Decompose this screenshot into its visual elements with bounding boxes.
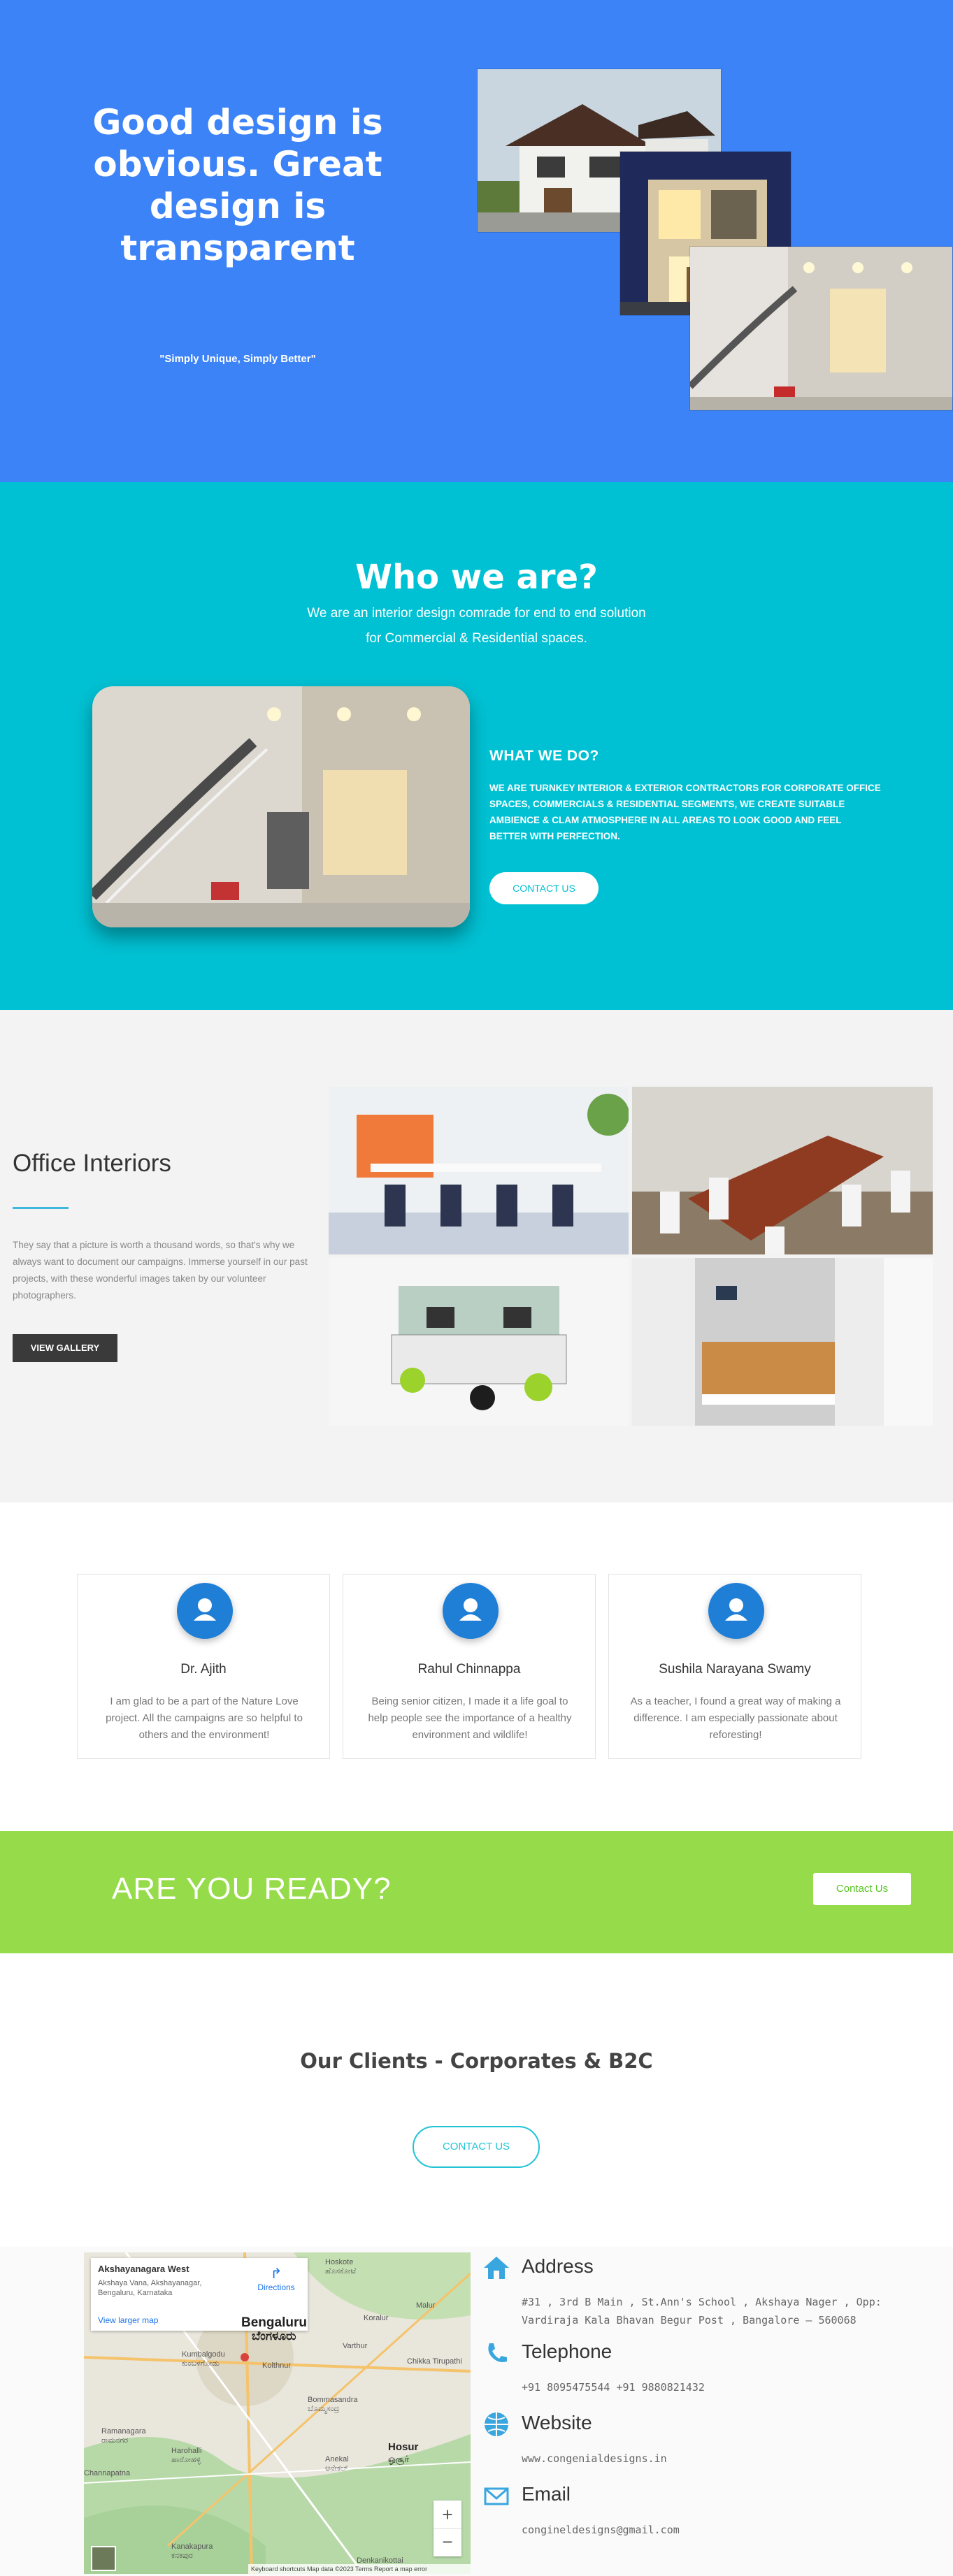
zoom-in-button[interactable]: + bbox=[433, 2501, 461, 2528]
map-label: Kanakapura bbox=[171, 2542, 213, 2551]
what-we-do-text: WE ARE TURNKEY INTERIOR & EXTERIOR CONTR… bbox=[489, 783, 881, 841]
who-title: Who we are? bbox=[355, 558, 598, 597]
interior-photo bbox=[92, 686, 470, 927]
testimonial-text: I am glad to be a part of the Nature Lov… bbox=[106, 1695, 303, 1741]
globe-icon bbox=[485, 2412, 508, 2436]
zoom-out-button[interactable]: − bbox=[433, 2528, 461, 2556]
testimonial-card: Rahul Chinnappa Being senior citizen, I … bbox=[343, 1574, 596, 1759]
directions-button[interactable]: ↱ Directions bbox=[252, 2265, 301, 2292]
map-label: ஓசூர் bbox=[388, 2454, 410, 2464]
map-label: ಹಾರೋಹಳ್ಳಿ bbox=[171, 2456, 201, 2464]
map-label: ಆನೇಕಲ್ bbox=[325, 2464, 348, 2473]
map-label: ರಾಮನಗರ bbox=[101, 2436, 129, 2445]
map-label: Hosur bbox=[388, 2441, 419, 2453]
home-icon bbox=[484, 2257, 509, 2279]
map-label: Harohalli bbox=[171, 2447, 202, 2455]
map-label: Ramanagara bbox=[101, 2427, 146, 2436]
office-photo-1[interactable] bbox=[329, 1087, 629, 1254]
google-map[interactable]: Akshayanagara West Akshaya Vana, Akshaya… bbox=[84, 2252, 471, 2574]
testimonials-section: Dr. Ajith I am glad to be a part of the … bbox=[0, 1503, 953, 1831]
testimonial-card: Dr. Ajith I am glad to be a part of the … bbox=[77, 1574, 330, 1759]
hero-title: Good design is obvious. Great design is … bbox=[92, 102, 383, 268]
testimonial-name: Dr. Ajith bbox=[180, 1662, 227, 1677]
who-subtitle-line1: We are an interior design comrade for en… bbox=[307, 606, 646, 621]
call-to-action-banner: ARE YOU READY? Contact Us bbox=[0, 1831, 953, 1953]
office-photo-2[interactable] bbox=[632, 1087, 933, 1254]
map-label: Kumbalgodu bbox=[182, 2350, 225, 2359]
office-description: They say that a picture is worth a thous… bbox=[13, 1240, 308, 1301]
website-title: Website bbox=[522, 2412, 592, 2433]
map-label: Hoskote bbox=[325, 2258, 354, 2266]
email-title: Email bbox=[522, 2483, 571, 2505]
map-label: ಕನಕಪುರ bbox=[171, 2552, 193, 2560]
who-subtitle-line2: for Commercial & Residential spaces. bbox=[366, 631, 587, 646]
ready-title: ARE YOU READY? bbox=[112, 1872, 392, 1906]
clients-section: Our Clients - Corporates & B2C CONTACT U… bbox=[0, 1953, 953, 2247]
who-subtitle: We are an interior design comrade for en… bbox=[0, 601, 953, 651]
office-photo-3[interactable] bbox=[329, 1258, 629, 1426]
map-label: ಬೊಮ್ಮಸಂದ್ರ bbox=[308, 2405, 340, 2413]
avatar-icon bbox=[177, 1583, 233, 1639]
map-label: Anekal bbox=[325, 2455, 349, 2463]
clients-contact-button[interactable]: CONTACT US bbox=[413, 2126, 540, 2168]
testimonial-name: Sushila Narayana Swamy bbox=[659, 1662, 811, 1677]
map-label: Kolthnur bbox=[262, 2361, 291, 2370]
hero-section: Good design is obvious. Great design is … bbox=[0, 0, 953, 482]
hero-tagline: "Simply Unique, Simply Better" bbox=[159, 353, 316, 365]
map-label: ಕುಂಬಳಗೋಡು bbox=[182, 2359, 220, 2368]
house-image-3 bbox=[689, 246, 953, 411]
map-satellite-thumbnail[interactable] bbox=[91, 2546, 116, 2571]
testimonial-card: Sushila Narayana Swamy As a teacher, I f… bbox=[608, 1574, 861, 1759]
zoom-controls: + − bbox=[433, 2501, 461, 2556]
map-label: Koralur bbox=[364, 2314, 389, 2322]
map-label: Bommasandra bbox=[308, 2396, 358, 2404]
map-label: Channapatna bbox=[84, 2469, 131, 2477]
who-we-are-section: Who we are? We are an interior design co… bbox=[0, 482, 953, 1010]
address-text: #31 , 3rd B Main , St.Ann's School , Aks… bbox=[522, 2296, 882, 2327]
ready-contact-button[interactable]: Contact Us bbox=[813, 1873, 911, 1905]
map-label: Varthur bbox=[343, 2342, 368, 2350]
map-label: Bengaluru bbox=[241, 2315, 307, 2330]
contact-section: Akshayanagara West Akshaya Vana, Akshaya… bbox=[0, 2247, 953, 2576]
office-interiors-section: Office Interiors They say that a picture… bbox=[0, 1010, 953, 1503]
map-label: ಹೊಸಕೋಟೆ bbox=[325, 2267, 357, 2275]
testimonial-text: Being senior citizen, I made it a life g… bbox=[368, 1695, 572, 1741]
website-link[interactable]: www.congenialdesigns.in bbox=[522, 2450, 885, 2468]
map-label: Chikka Tirupathi bbox=[407, 2357, 462, 2366]
email-icon bbox=[484, 2487, 509, 2505]
telephone-title: Telephone bbox=[522, 2340, 612, 2362]
map-footer: Keyboard shortcuts Map data ©2023 Terms … bbox=[248, 2564, 471, 2574]
testimonial-name: Rahul Chinnappa bbox=[417, 1662, 521, 1677]
office-photo-4[interactable] bbox=[632, 1258, 933, 1426]
directions-icon: ↱ bbox=[270, 2266, 282, 2282]
avatar-icon bbox=[443, 1583, 499, 1639]
avatar-icon bbox=[708, 1583, 764, 1639]
email-link[interactable]: congineldesigns@gmail.com bbox=[522, 2521, 885, 2539]
what-we-do-heading: WHAT WE DO? bbox=[489, 748, 599, 764]
map-place-address: Akshaya Vana, Akshayanagar, Bengaluru, K… bbox=[98, 2279, 202, 2297]
testimonial-text: As a teacher, I found a great way of mak… bbox=[630, 1695, 841, 1741]
contact-us-button[interactable]: CONTACT US bbox=[489, 872, 599, 904]
map-label: Malur bbox=[416, 2301, 436, 2310]
view-larger-map-link[interactable]: View larger map bbox=[98, 2315, 158, 2325]
office-title: Office Interiors bbox=[13, 1150, 171, 1177]
title-underline bbox=[13, 1207, 69, 1209]
directions-label: Directions bbox=[257, 2282, 295, 2292]
clients-title: Our Clients - Corporates & B2C bbox=[300, 2049, 653, 2073]
view-gallery-button[interactable]: VIEW GALLERY bbox=[13, 1334, 117, 1362]
map-label: ಬೆಂಗಳೂರು bbox=[252, 2329, 296, 2343]
address-title: Address bbox=[522, 2255, 594, 2277]
phone-icon bbox=[488, 2343, 507, 2362]
telephone-text[interactable]: +91 8095475544 +91 9880821432 bbox=[522, 2378, 885, 2396]
